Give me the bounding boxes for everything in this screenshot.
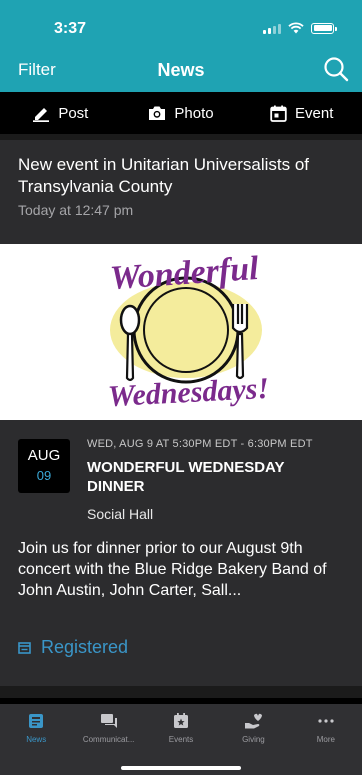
event-button[interactable]: Event: [241, 92, 362, 134]
calendar-icon: [270, 105, 287, 122]
status-icons: [263, 22, 337, 34]
event-banner-image[interactable]: Wonderful Wednesdays!: [0, 244, 362, 420]
photo-label: Photo: [174, 104, 214, 122]
status-time: 3:37: [54, 20, 87, 37]
tab-giving-label: Giving: [242, 735, 265, 744]
tab-events-label: Events: [168, 735, 194, 744]
notice-text: New event in Unitarian Universalists of …: [18, 155, 310, 196]
event-day: 09: [36, 468, 52, 483]
home-indicator[interactable]: [121, 766, 241, 770]
banner-line1: Wonderful: [109, 250, 260, 297]
notice-card[interactable]: New event in Unitarian Universalists of …: [0, 140, 362, 244]
event-description: Join us for dinner prior to our August 9…: [18, 540, 327, 599]
chat-icon: [100, 714, 117, 728]
camera-icon: [149, 106, 166, 120]
filter-button[interactable]: Filter: [18, 60, 56, 80]
wifi-icon: [288, 22, 304, 34]
photo-button[interactable]: Photo: [121, 92, 242, 134]
calendar-check-icon: [18, 642, 31, 654]
event-datetime: WED, AUG 9 AT 5:30PM EDT - 6:30PM EDT: [87, 438, 313, 450]
tab-giving[interactable]: Giving: [217, 704, 289, 775]
calendar-star-icon: [174, 713, 189, 728]
tab-more-label: More: [316, 735, 335, 744]
event-date-badge: AUG 09: [18, 439, 70, 493]
pencil-icon: [33, 108, 50, 122]
post-label: Post: [58, 104, 89, 122]
app-header: 3:37 Filter News: [0, 0, 362, 92]
event-month: AUG: [27, 447, 61, 464]
event-location: Social Hall: [87, 506, 154, 522]
registered-status[interactable]: Registered: [18, 637, 128, 658]
registered-label: Registered: [41, 637, 129, 657]
tab-communications[interactable]: Communicat...: [72, 704, 144, 775]
event-label: Event: [295, 104, 334, 122]
tab-news-label: News: [26, 735, 47, 744]
tab-bar: News Communicat... Events Giving More: [0, 704, 362, 775]
search-icon[interactable]: [322, 55, 350, 83]
battery-icon: [311, 22, 337, 34]
compose-bar: Post Photo Event: [0, 92, 362, 134]
news-icon: [29, 714, 44, 728]
tab-events[interactable]: Events: [145, 704, 217, 775]
tab-more[interactable]: More: [290, 704, 362, 775]
tab-communications-label: Communicat...: [82, 735, 135, 744]
giving-hand-icon: [245, 713, 263, 729]
post-button[interactable]: Post: [0, 92, 121, 134]
more-dots-icon: [318, 719, 334, 723]
banner-line2: Wednesdays!: [107, 372, 270, 413]
event-card[interactable]: AUG 09 WED, AUG 9 AT 5:30PM EDT - 6:30PM…: [0, 420, 362, 686]
tab-news[interactable]: News: [0, 704, 72, 775]
event-title: WONDERFUL WEDNESDAY DINNER: [87, 459, 285, 495]
signal-icon: [263, 23, 281, 34]
news-feed[interactable]: New event in Unitarian Universalists of …: [0, 134, 362, 704]
notice-timestamp: Today at 12:47 pm: [18, 202, 134, 218]
